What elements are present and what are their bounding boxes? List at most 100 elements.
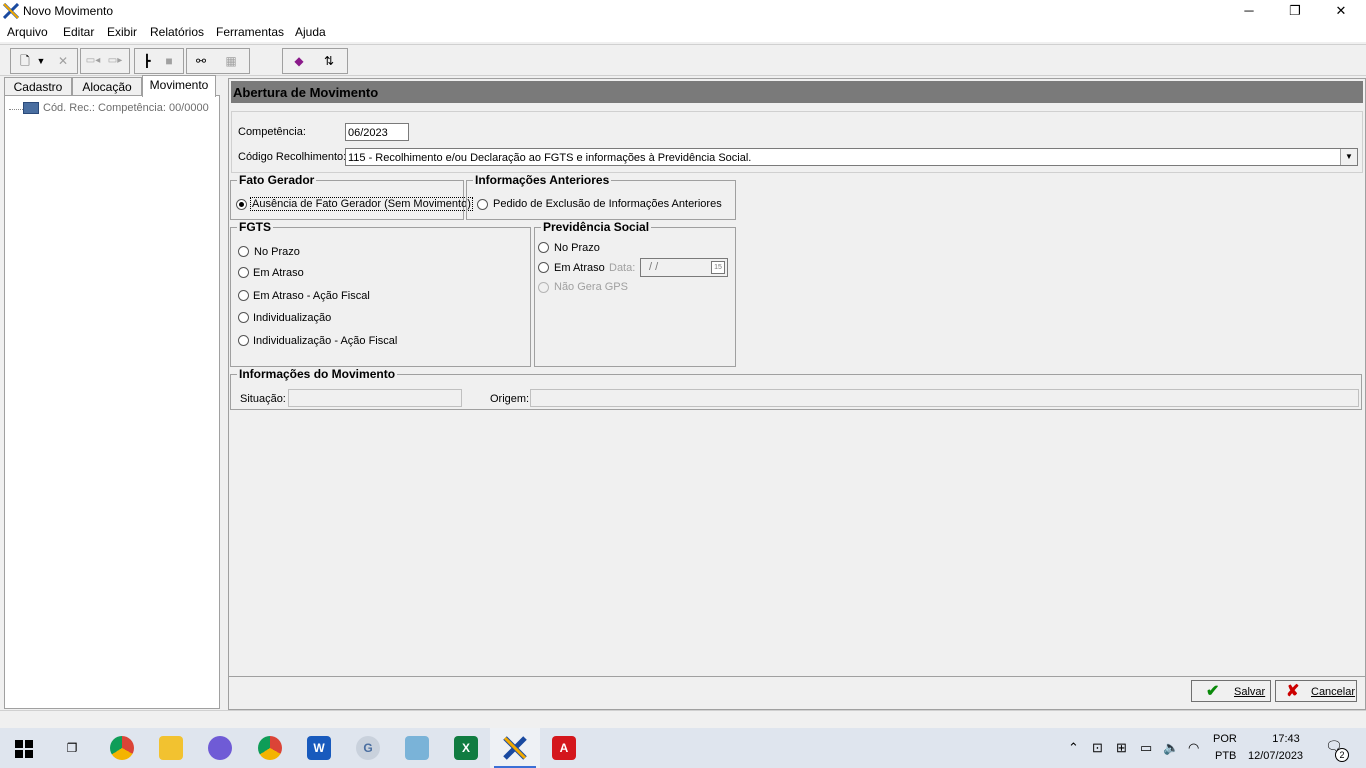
menu-arquivo[interactable]: Arquivo	[7, 25, 48, 39]
radio-fgts-no-prazo[interactable]	[238, 246, 249, 257]
radio-fgts-individualizacao[interactable]	[238, 312, 249, 323]
sem-movimento-label[interactable]: Ausência de Fato Gerador (Sem Movimento)	[250, 197, 473, 211]
cancel-button[interactable]: ✘ Cancelar	[1275, 680, 1357, 702]
sort-icon[interactable]: ⇅	[319, 52, 339, 70]
info-anteriores-title: Informações Anteriores	[473, 173, 612, 187]
page-title: Abertura de Movimento	[233, 85, 379, 100]
search-app-icon[interactable]: G	[356, 736, 380, 760]
window-title: Novo Movimento	[23, 4, 114, 18]
menu-editar[interactable]: Editar	[63, 25, 94, 39]
toolbar-group-search: ⚯ ▦	[186, 48, 250, 74]
clock-time[interactable]: 17:43	[1263, 733, 1309, 745]
fgts-em-atraso-acao-label[interactable]: Em Atraso - Ação Fiscal	[253, 290, 370, 302]
toolbar-group-tree: ┣ ■	[134, 48, 184, 74]
section-header: Abertura de Movimento	[231, 81, 1363, 103]
save-button[interactable]: ✔ Salvar	[1191, 680, 1271, 702]
cube-icon[interactable]: ▦	[221, 52, 241, 70]
sefip-app-icon[interactable]	[503, 736, 527, 760]
minimize-button[interactable]: ─	[1226, 0, 1272, 22]
battery-icon[interactable]: ▭	[1140, 740, 1152, 756]
tab-cadastro[interactable]: Cadastro	[4, 77, 72, 96]
fgts-individualizacao-acao-label[interactable]: Individualização - Ação Fiscal	[253, 335, 397, 347]
previdencia-group: Previdência Social No Prazo Em Atraso Da…	[534, 220, 736, 367]
movement-tree: Cód. Rec.: Competência: 00/0000	[4, 95, 220, 709]
maximize-button[interactable]: ❐	[1272, 0, 1318, 22]
radio-fgts-em-atraso-acao[interactable]	[238, 290, 249, 301]
windows-start-icon[interactable]	[15, 740, 33, 758]
prev-data-input[interactable]: / / 15	[640, 258, 728, 277]
info-movimento-group: Informações do Movimento Situação: Orige…	[230, 367, 1362, 410]
radio-fgts-individualizacao-acao[interactable]	[238, 335, 249, 346]
fgts-no-prazo-label[interactable]: No Prazo	[254, 246, 300, 258]
chevron-down-icon[interactable]: ▼	[1340, 149, 1357, 165]
move-right-icon[interactable]: ▭▸	[105, 52, 125, 70]
menu-exibir[interactable]: Exibir	[107, 25, 137, 39]
delete-icon[interactable]: ✕	[53, 52, 73, 70]
file-explorer-icon[interactable]	[159, 736, 183, 760]
tree-structure-icon[interactable]: ┣	[137, 52, 157, 70]
codigo-recolhimento-select[interactable]: 115 - Recolhimento e/ou Declaração ao FG…	[345, 148, 1358, 166]
tree-item-icon	[23, 102, 39, 115]
tree-item-label: Cód. Rec.: Competência: 00/0000	[43, 102, 209, 114]
cancel-button-label: Cancelar	[1311, 686, 1356, 698]
previdencia-title: Previdência Social	[541, 220, 652, 234]
chrome-icon[interactable]	[110, 736, 134, 760]
menu-ferramentas[interactable]: Ferramentas	[216, 25, 284, 39]
prev-no-prazo-label[interactable]: No Prazo	[554, 242, 600, 254]
taskbar: ❐ W G X A ⌃ ⊡ ⊞ ▭ 🔈 ◠ POR PTB 17:43 12/0…	[0, 728, 1366, 768]
clock-date[interactable]: 12/07/2023	[1248, 750, 1303, 762]
left-panel: Cadastro Alocação Movimento Cód. Rec.: C…	[4, 75, 220, 709]
task-view-icon[interactable]: ❐	[60, 736, 84, 760]
menu-relatorios[interactable]: Relatórios	[150, 25, 204, 39]
title-bar: Novo Movimento ─ ❐ ✕	[0, 0, 1366, 22]
wifi-icon[interactable]: ◠	[1188, 740, 1199, 756]
stop-icon[interactable]: ■	[159, 52, 179, 70]
menu-ajuda[interactable]: Ajuda	[295, 25, 326, 39]
language-top[interactable]: POR	[1213, 733, 1237, 745]
chrome-profile-icon[interactable]	[258, 736, 282, 760]
volume-icon[interactable]: 🔈	[1163, 740, 1179, 756]
move-left-icon[interactable]: ▭◂	[83, 52, 103, 70]
situacao-label: Situação:	[240, 393, 286, 405]
fgts-em-atraso-label[interactable]: Em Atraso	[253, 267, 304, 279]
radio-prev-nao-gera[interactable]	[538, 282, 549, 293]
binoculars-icon[interactable]: ⚯	[191, 52, 211, 70]
tree-connector	[9, 109, 23, 110]
prev-nao-gera-label[interactable]: Não Gera GPS	[554, 281, 628, 293]
fgts-individualizacao-label[interactable]: Individualização	[253, 312, 331, 324]
new-dropdown-arrow-icon[interactable]: ▼	[35, 52, 47, 70]
fato-gerador-group: Fato Gerador Ausência de Fato Gerador (S…	[230, 173, 473, 220]
competencia-input[interactable]: 06/2023	[345, 123, 409, 141]
radio-sem-movimento[interactable]	[236, 199, 247, 210]
tree-item[interactable]: Cód. Rec.: Competência: 00/0000	[23, 102, 209, 115]
excel-icon[interactable]: X	[454, 736, 478, 760]
new-document-icon[interactable]: 🗋	[15, 52, 35, 70]
acrobat-icon[interactable]: A	[552, 736, 576, 760]
status-bar	[0, 710, 1366, 729]
copilot-icon[interactable]	[208, 736, 232, 760]
network-share-icon[interactable]: ⊞	[1116, 740, 1127, 756]
fgts-group: FGTS No Prazo Em Atraso Em Atraso - Ação…	[230, 220, 531, 367]
radio-prev-em-atraso[interactable]	[538, 262, 549, 273]
exclusao-label[interactable]: Pedido de Exclusão de Informações Anteri…	[493, 198, 722, 210]
situacao-field	[288, 389, 462, 407]
info-anteriores-group: Informações Anteriores Pedido de Exclusã…	[466, 173, 736, 220]
radio-prev-no-prazo[interactable]	[538, 242, 549, 253]
radio-fgts-em-atraso[interactable]	[238, 267, 249, 278]
save-button-label: Salvar	[1234, 686, 1266, 698]
notepad-icon[interactable]	[405, 736, 429, 760]
toolbar-group-copy: ▭◂ ▭▸	[80, 48, 130, 74]
meet-icon[interactable]: ⊡	[1092, 740, 1103, 756]
prev-data-value: / /	[649, 261, 659, 273]
calendar-icon[interactable]: 15	[711, 261, 725, 274]
tab-movimento[interactable]: Movimento	[142, 75, 216, 97]
close-button[interactable]: ✕	[1318, 0, 1364, 22]
eraser-icon[interactable]: ◆	[289, 52, 309, 70]
chevron-up-icon[interactable]: ⌃	[1068, 740, 1079, 756]
language-bottom[interactable]: PTB	[1215, 750, 1236, 762]
tab-alocacao[interactable]: Alocação	[72, 77, 142, 96]
radio-exclusao[interactable]	[477, 199, 488, 210]
word-icon[interactable]: W	[307, 736, 331, 760]
menu-bar: Arquivo Editar Exibir Relatórios Ferrame…	[0, 22, 1366, 42]
prev-em-atraso-label[interactable]: Em Atraso	[554, 262, 605, 274]
